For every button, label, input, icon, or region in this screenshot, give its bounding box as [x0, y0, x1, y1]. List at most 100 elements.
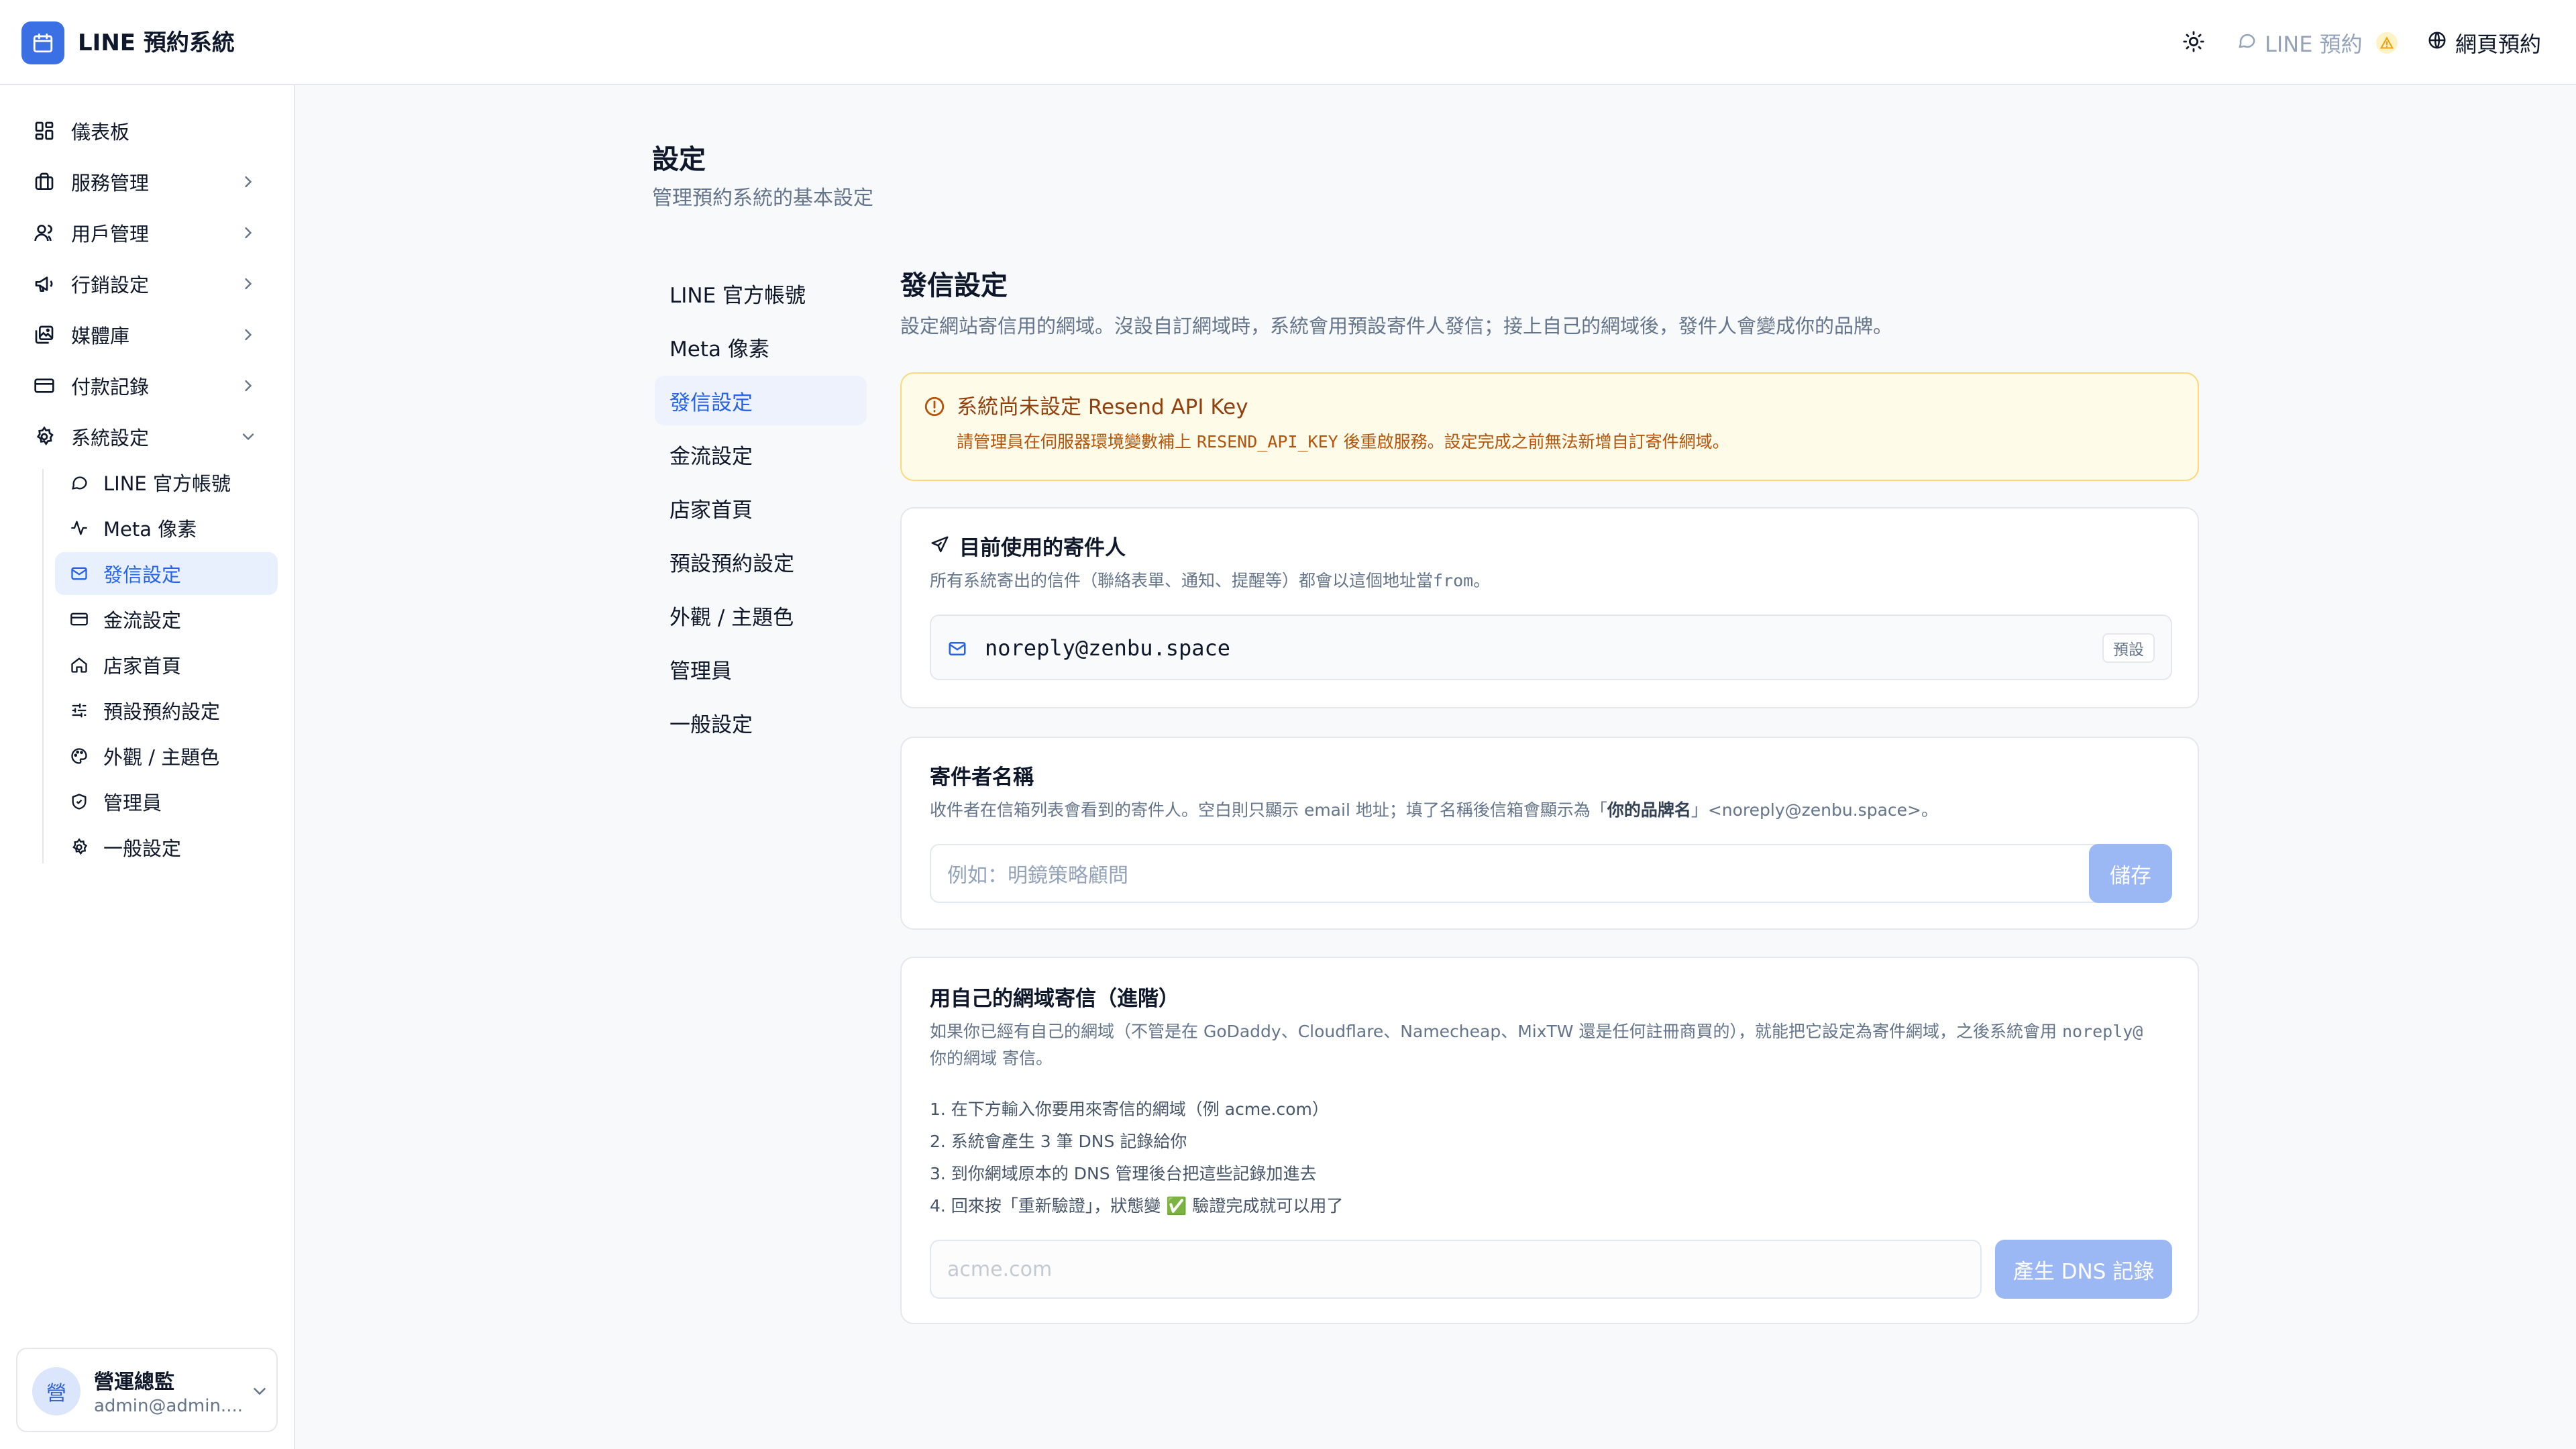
sidebar-item-label: 儀表板: [71, 121, 130, 144]
alert-body-code: RESEND_API_KEY: [1196, 432, 1338, 451]
credit-card-icon: [31, 372, 58, 399]
sidebar-item-label: 媒體庫: [71, 325, 130, 347]
credit-card-icon: [67, 607, 91, 631]
sidebar-subitem-label: 發信設定: [103, 564, 182, 586]
custom-domain-desc-line2: 你的網域 寄信。: [930, 1049, 1053, 1068]
web-booking-link[interactable]: 網頁預約: [2427, 24, 2541, 62]
sidebar-subitem-label: 金流設定: [103, 609, 182, 632]
tab-default-booking[interactable]: 預設預約設定: [655, 537, 867, 586]
sidebar-subitem-label: Meta 像素: [103, 518, 197, 541]
sidebar-subitem-email-settings[interactable]: 發信設定: [55, 552, 278, 595]
page-subtitle: 管理預約系統的基本設定: [652, 186, 873, 210]
tab-email-settings[interactable]: 發信設定: [655, 376, 867, 425]
chevron-down-icon: [254, 1388, 266, 1395]
sidebar-item-label: 行銷設定: [71, 274, 150, 297]
alert-body-suffix: 後重啟服務。設定完成之前無法新增自訂寄件網域。: [1343, 432, 1729, 451]
save-button[interactable]: 儲存: [2089, 844, 2172, 903]
mail-icon: [67, 561, 91, 586]
sidebar-subitem-label: 店家首頁: [103, 655, 182, 678]
top-bar: LINE 預約系統 LINE 預約 網頁預約: [0, 0, 2576, 85]
gear-icon: [31, 423, 58, 450]
sidebar-item-marketing[interactable]: 行銷設定: [21, 262, 276, 305]
calendar-logo-icon[interactable]: [21, 21, 64, 64]
chat-bubble-icon: [67, 470, 91, 494]
tab-admins[interactable]: 管理員: [655, 644, 867, 694]
custom-domain-title: 用自己的網域寄信（進階）: [930, 987, 1179, 1011]
list-item: 3. 到你網域原本的 DNS 管理後台把這些記錄加進去: [930, 1164, 1317, 1183]
sidebar-item-label: 付款記錄: [71, 376, 150, 398]
sidebar-subitem-line-account[interactable]: LINE 官方帳號: [55, 461, 278, 504]
current-sender-card: 目前使用的寄件人 所有系統寄出的信件（聯絡表單、通知、提醒等）都會以這個地址當f…: [900, 507, 2199, 708]
chevron-right-icon: [245, 176, 252, 188]
sidebar-item-payments[interactable]: 付款記錄: [21, 364, 276, 407]
page-title: 設定: [652, 144, 706, 175]
custom-domain-card: 用自己的網域寄信（進階） 如果你已經有自己的網域（不管是在 GoDaddy、Cl…: [900, 957, 2199, 1324]
domain-input[interactable]: acme.com: [930, 1240, 1982, 1299]
sidebar-subitem-default-booking[interactable]: 預設預約設定: [55, 689, 278, 732]
current-sender-title: 目前使用的寄件人: [959, 536, 1126, 560]
sidebar-item-label: 系統設定: [71, 427, 150, 449]
activity-icon: [67, 516, 91, 540]
sidebar-item-users[interactable]: 用戶管理: [21, 211, 276, 254]
user-email: admin@admin....: [94, 1396, 243, 1416]
chevron-right-icon: [245, 278, 252, 290]
tab-line-account[interactable]: LINE 官方帳號: [655, 268, 867, 318]
card-title: 目前使用的寄件人: [930, 534, 1126, 562]
sidebar-item-label: 用戶管理: [71, 223, 150, 246]
sidebar-subitem-admins[interactable]: 管理員: [55, 780, 278, 823]
sidebar-item-system-settings[interactable]: 系統設定: [21, 415, 276, 458]
line-booking-status[interactable]: LINE 預約: [2237, 24, 2398, 62]
user-menu[interactable]: 營 營運總監 admin@admin....: [16, 1348, 278, 1432]
desc-suffix: 。: [1473, 571, 1491, 590]
resend-warning-alert: 系統尚未設定 Resend API Key 請管理員在伺服器環境變數補上 RES…: [900, 372, 2199, 481]
submenu-divider: [42, 469, 44, 863]
tab-meta-pixel[interactable]: Meta 像素: [655, 322, 867, 372]
tab-theme[interactable]: 外觀 / 主題色: [655, 590, 867, 640]
sidebar-subitem-meta-pixel[interactable]: Meta 像素: [55, 506, 278, 549]
tab-store-home[interactable]: 店家首頁: [655, 483, 867, 533]
chevron-right-icon: [245, 329, 252, 341]
desc-code: from: [1433, 571, 1474, 590]
alert-body-prefix: 請管理員在伺服器環境變數補上: [957, 432, 1192, 451]
theme-toggle-button[interactable]: [2175, 24, 2212, 62]
images-icon: [31, 321, 58, 348]
users-icon: [31, 219, 58, 246]
current-sender-desc: 所有系統寄出的信件（聯絡表單、通知、提醒等）都會以這個地址當from。: [930, 568, 1490, 594]
gear-icon: [67, 835, 91, 859]
sidebar-subitem-payment-flow[interactable]: 金流設定: [55, 598, 278, 641]
sidebar-subitem-label: 外觀 / 主題色: [103, 746, 220, 769]
line-booking-label: LINE 預約: [2265, 32, 2363, 57]
sidebar-subitem-store-home[interactable]: 店家首頁: [55, 643, 278, 686]
sidebar-subitem-theme[interactable]: 外觀 / 主題色: [55, 735, 278, 777]
sender-name-title: 寄件者名稱: [930, 765, 1034, 790]
chevron-right-icon: [245, 380, 252, 392]
web-booking-label: 網頁預約: [2455, 32, 2542, 57]
mail-icon: [947, 639, 967, 661]
sidebar: 儀表板 服務管理 用戶管理 行銷設定 媒體庫 付款記錄 系統設定 LINE 官方…: [0, 85, 295, 1449]
list-item: 1. 在下方輸入你要用來寄信的網域（例 acme.com）: [930, 1099, 1329, 1119]
section-description: 設定網站寄信用的網域。沒設自訂網域時，系統會用預設寄件人發信；接上自己的網域後，…: [900, 315, 1893, 337]
warning-icon: [2375, 32, 2398, 54]
sender-email: noreply@zenbu.space: [985, 635, 1231, 661]
palette-icon: [67, 744, 91, 768]
sidebar-item-dashboard[interactable]: 儀表板: [21, 109, 276, 152]
sidebar-subitem-general[interactable]: 一般設定: [55, 826, 278, 869]
alert-circle-icon: [923, 395, 946, 421]
sidebar-subitem-label: LINE 官方帳號: [103, 472, 231, 495]
chat-bubble-icon: [2237, 30, 2257, 56]
sliders-icon: [67, 698, 91, 722]
sidebar-subitem-label: 一般設定: [103, 837, 182, 860]
chevron-right-icon: [245, 227, 252, 239]
sender-name-input[interactable]: 例如：明鏡策略顧問: [930, 844, 2106, 903]
alert-body: 請管理員在伺服器環境變數補上 RESEND_API_KEY 後重啟服務。設定完成…: [957, 430, 1729, 454]
desc-prefix: 收件者在信箱列表會看到的寄件人。空白則只顯示 email 地址；填了名稱後信箱會…: [930, 800, 1607, 820]
sidebar-item-services[interactable]: 服務管理: [21, 160, 276, 203]
tab-general[interactable]: 一般設定: [655, 698, 867, 747]
sidebar-subitem-label: 管理員: [103, 792, 162, 814]
tab-payment-flow[interactable]: 金流設定: [655, 429, 867, 479]
sender-name-desc: 收件者在信箱列表會看到的寄件人。空白則只顯示 email 地址；填了名稱後信箱會…: [930, 797, 1938, 824]
sidebar-item-media[interactable]: 媒體庫: [21, 313, 276, 356]
desc-suffix: 」<noreply@zenbu.space>。: [1690, 800, 1938, 820]
desc-code: noreply@: [2061, 1022, 2143, 1041]
generate-dns-button[interactable]: 產生 DNS 記錄: [1995, 1240, 2172, 1299]
